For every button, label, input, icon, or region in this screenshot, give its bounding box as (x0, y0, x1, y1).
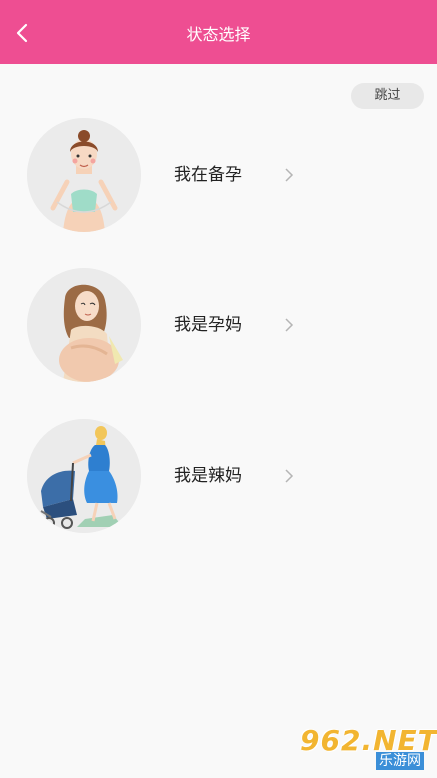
pregnant-illustration (27, 268, 141, 382)
chevron-right-icon (285, 318, 294, 332)
option-pregnant[interactable]: 我是孕妈 (0, 268, 437, 384)
watermark-subtext: 乐游网 (376, 752, 424, 770)
page-title: 状态选择 (186, 25, 251, 44)
new-mom-illustration (27, 419, 141, 533)
chevron-right-icon (285, 469, 294, 483)
watermark: 962.NET 乐游网 (300, 724, 437, 774)
option-preparing[interactable]: 我在备孕 (0, 118, 437, 234)
option-label: 我是辣妈 (174, 466, 242, 486)
option-label: 我在备孕 (174, 165, 242, 185)
option-label: 我是孕妈 (174, 315, 242, 335)
option-new-mom[interactable]: 我是辣妈 (0, 419, 437, 535)
preparing-illustration (27, 118, 141, 232)
top-bar: 状态选择 (0, 0, 437, 64)
skip-button[interactable]: 跳过 (351, 83, 424, 109)
chevron-right-icon (285, 168, 294, 182)
